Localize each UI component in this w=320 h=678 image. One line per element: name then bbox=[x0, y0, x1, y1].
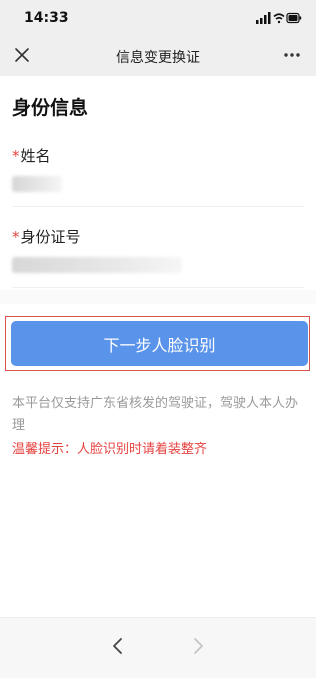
chevron-left-icon[interactable] bbox=[106, 634, 130, 658]
notice-text: 本平台仅支持广东省核发的驾驶证，驾驶人本人办理 bbox=[12, 396, 299, 433]
id-number-field-label: *身份证号 bbox=[12, 226, 81, 247]
page-title: 信息变更换证 bbox=[116, 50, 200, 66]
id-number-field-value[interactable] bbox=[12, 257, 182, 273]
bottom-nav-bar bbox=[0, 617, 316, 678]
next-face-recognition-button[interactable]: 下一步人脸识别 bbox=[11, 321, 308, 366]
nav-bar: 信息变更换证 bbox=[0, 36, 316, 76]
signal-icon bbox=[256, 12, 271, 24]
battery-icon bbox=[286, 12, 302, 24]
id-number-label-text: 身份证号 bbox=[20, 228, 81, 246]
name-field-value[interactable] bbox=[12, 176, 62, 192]
name-label-text: 姓名 bbox=[20, 147, 51, 165]
section-title: 身份信息 bbox=[12, 97, 89, 119]
wifi-icon bbox=[273, 13, 285, 24]
required-mark: * bbox=[12, 147, 20, 165]
status-time: 14:33 bbox=[24, 10, 69, 26]
divider bbox=[12, 287, 304, 288]
close-icon[interactable] bbox=[12, 45, 32, 65]
chevron-right-icon[interactable] bbox=[186, 634, 210, 658]
more-dots-icon[interactable] bbox=[282, 45, 302, 65]
warm-tip: 温馨提示：人脸识别时请着装整齐 bbox=[12, 442, 208, 457]
section-spacer bbox=[0, 290, 316, 304]
status-bar: 14:33 bbox=[0, 0, 316, 36]
status-icons bbox=[256, 12, 302, 24]
divider bbox=[12, 206, 304, 207]
name-field-label: *姓名 bbox=[12, 145, 51, 166]
required-mark: * bbox=[12, 228, 20, 246]
